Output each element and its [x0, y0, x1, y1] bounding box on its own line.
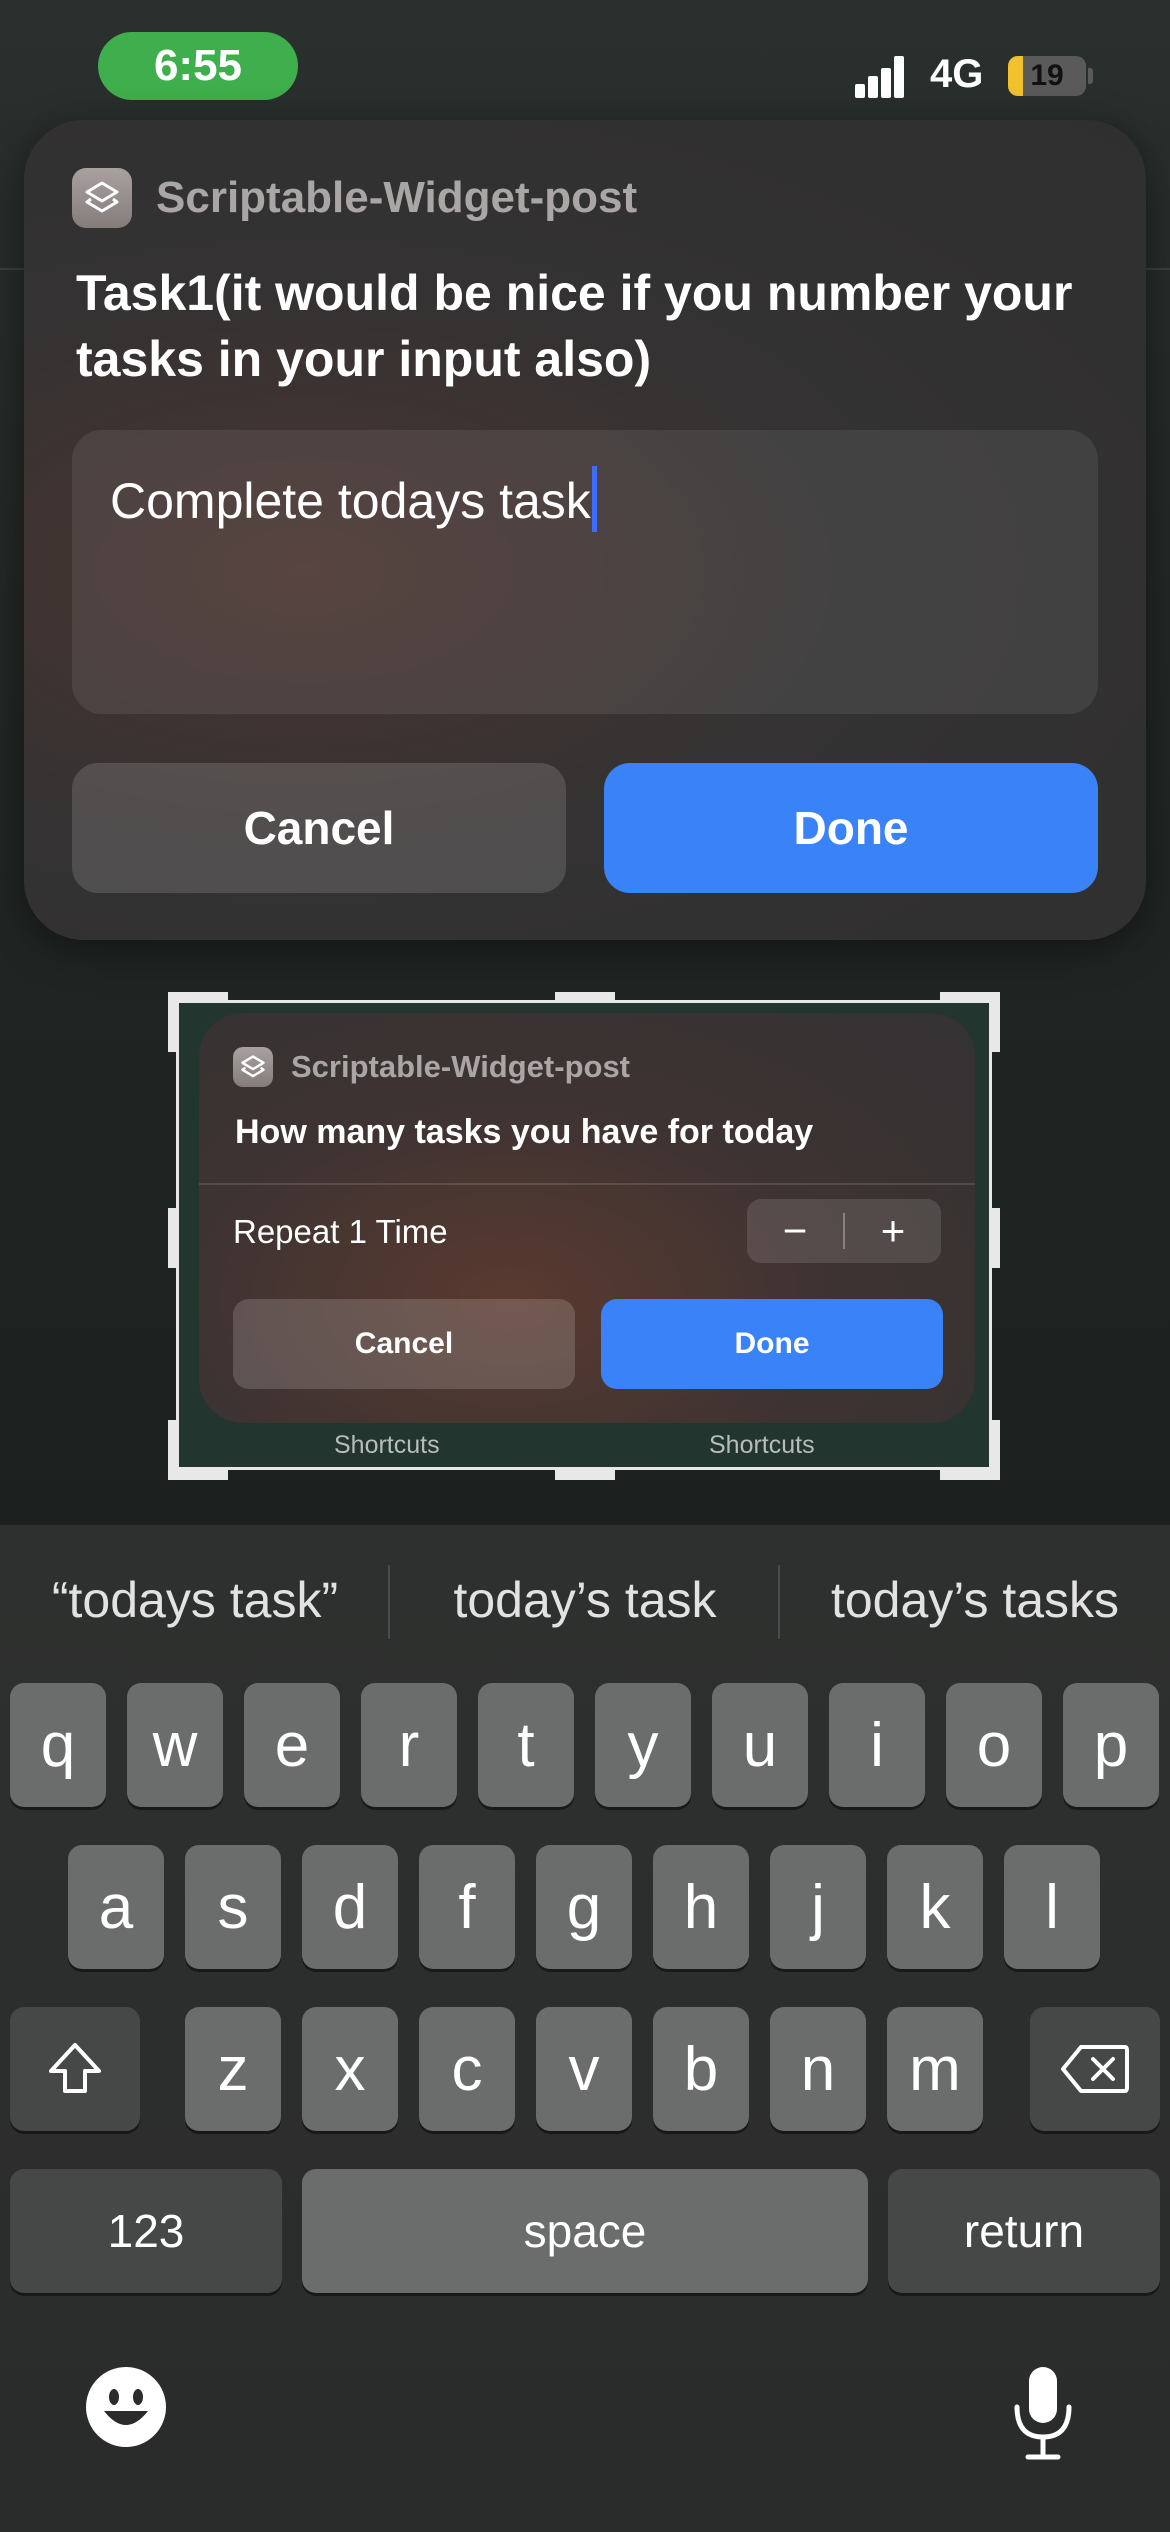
- emoji-button[interactable]: [84, 2365, 168, 2449]
- suggestion[interactable]: today’s task: [390, 1525, 780, 1675]
- crop-handle-right[interactable]: [990, 1208, 1000, 1268]
- crop-handle-bottom-right[interactable]: [990, 1420, 1000, 1480]
- shift-icon: [49, 2043, 101, 2093]
- predictive-suggestions: “todays task” today’s task today’s tasks: [0, 1525, 1170, 1675]
- dictation-button[interactable]: [1008, 2363, 1078, 2463]
- text-caret: [591, 466, 597, 532]
- key-t[interactable]: t: [478, 1683, 574, 1807]
- emoji-icon: [86, 2367, 166, 2447]
- network-type: 4G: [930, 52, 984, 96]
- dialog-prompt: Task1(it would be nice if you number you…: [76, 265, 1073, 387]
- key-z[interactable]: z: [185, 2007, 281, 2131]
- thumbnail-app-name: Scriptable-Widget-post: [291, 1049, 631, 1084]
- thumbnail-repeat-label: Repeat 1 Time: [233, 1213, 448, 1250]
- suggestion[interactable]: today’s tasks: [780, 1525, 1170, 1675]
- thumbnail-label: Shortcuts: [334, 1431, 440, 1459]
- key-x[interactable]: x: [302, 2007, 398, 2131]
- thumbnail-app-header: Scriptable-Widget-post: [233, 1047, 630, 1087]
- key-s[interactable]: s: [185, 1845, 281, 1969]
- return-key[interactable]: return: [888, 2169, 1160, 2293]
- key-f[interactable]: f: [419, 1845, 515, 1969]
- keyboard: “todays task” today’s task today’s tasks…: [0, 1525, 1170, 2532]
- crop-handle-top-left[interactable]: [168, 992, 178, 1052]
- thumbnail-done-button: Done: [601, 1299, 943, 1389]
- status-bar: 6:55 4G 19: [0, 0, 1170, 130]
- shortcuts-icon: [72, 168, 132, 228]
- delete-icon: [1061, 2045, 1129, 2093]
- status-time[interactable]: 6:55: [98, 32, 298, 100]
- cellular-signal-icon: [855, 56, 915, 98]
- done-button[interactable]: Done: [604, 763, 1098, 893]
- thumbnail-cancel-button: Cancel: [233, 1299, 575, 1389]
- key-n[interactable]: n: [770, 2007, 866, 2131]
- battery-icon: 19: [1008, 56, 1086, 96]
- key-b[interactable]: b: [653, 2007, 749, 2131]
- crop-handle-left[interactable]: [168, 1208, 178, 1268]
- key-o[interactable]: o: [946, 1683, 1042, 1807]
- thumbnail-label: Shortcuts: [709, 1431, 815, 1459]
- key-y[interactable]: y: [595, 1683, 691, 1807]
- plus-icon: +: [880, 1207, 906, 1254]
- key-i[interactable]: i: [829, 1683, 925, 1807]
- task-text-input[interactable]: Complete todays task: [72, 430, 1098, 714]
- thumbnail-dialog: Scriptable-Widget-post How many tasks yo…: [199, 1013, 975, 1423]
- key-v[interactable]: v: [536, 2007, 632, 2131]
- space-key[interactable]: space: [302, 2169, 868, 2293]
- key-u[interactable]: u: [712, 1683, 808, 1807]
- key-h[interactable]: h: [653, 1845, 749, 1969]
- thumbnail-stepper: − +: [747, 1199, 941, 1263]
- screenshot-thumbnail[interactable]: Scriptable-Widget-post How many tasks yo…: [176, 1000, 992, 1470]
- crop-handle-top-right[interactable]: [990, 992, 1000, 1052]
- thumbnail-divider: [199, 1183, 975, 1185]
- text-input-dialog: Scriptable-Widget-post Task1(it would be…: [24, 120, 1146, 940]
- suggestion[interactable]: “todays task”: [0, 1525, 390, 1675]
- key-m[interactable]: m: [887, 2007, 983, 2131]
- battery-tip: [1088, 68, 1093, 84]
- shortcuts-icon: [233, 1047, 273, 1087]
- key-w[interactable]: w: [127, 1683, 223, 1807]
- minus-icon: −: [782, 1207, 808, 1254]
- key-q[interactable]: q: [10, 1683, 106, 1807]
- task-input-value: Complete todays task: [110, 473, 591, 529]
- dialog-app-header: Scriptable-Widget-post: [72, 168, 637, 228]
- battery-percent: 19: [1030, 59, 1064, 92]
- key-a[interactable]: a: [68, 1845, 164, 1969]
- key-e[interactable]: e: [244, 1683, 340, 1807]
- key-l[interactable]: l: [1004, 1845, 1100, 1969]
- key-j[interactable]: j: [770, 1845, 866, 1969]
- key-p[interactable]: p: [1063, 1683, 1159, 1807]
- key-r[interactable]: r: [361, 1683, 457, 1807]
- key-g[interactable]: g: [536, 1845, 632, 1969]
- numbers-key[interactable]: 123: [10, 2169, 282, 2293]
- crop-handle-bottom[interactable]: [555, 1470, 615, 1480]
- dialog-app-name: Scriptable-Widget-post: [156, 173, 638, 222]
- cancel-button[interactable]: Cancel: [72, 763, 566, 893]
- key-d[interactable]: d: [302, 1845, 398, 1969]
- shift-key[interactable]: [10, 2007, 140, 2131]
- delete-key[interactable]: [1030, 2007, 1160, 2131]
- crop-handle-bottom-left[interactable]: [168, 1420, 178, 1480]
- thumbnail-prompt: How many tasks you have for today: [235, 1113, 814, 1151]
- key-c[interactable]: c: [419, 2007, 515, 2131]
- crop-handle-top[interactable]: [555, 992, 615, 1002]
- microphone-icon: [1014, 2367, 1072, 2460]
- key-k[interactable]: k: [887, 1845, 983, 1969]
